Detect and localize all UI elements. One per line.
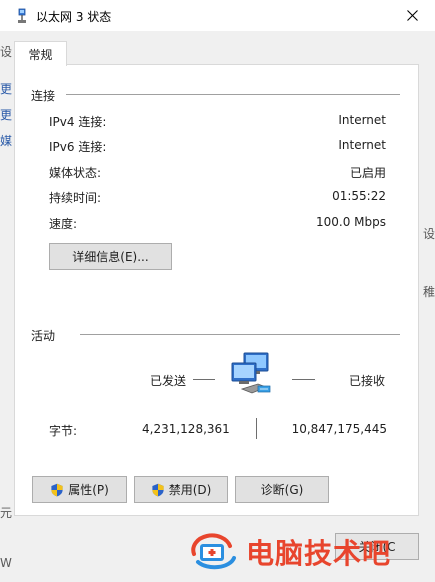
diagnose-button[interactable]: 诊断(G)	[235, 476, 329, 503]
bytes-label: 字节:	[49, 424, 78, 438]
watermark-text: 电脑技术吧	[246, 537, 392, 570]
background-fragment: 稚	[423, 285, 435, 299]
tab-general[interactable]: 常规	[14, 41, 67, 66]
background-fragment: W	[0, 556, 12, 570]
media-state-label: 媒体状态:	[49, 166, 102, 180]
watermark-logo-icon	[191, 533, 236, 570]
title-bar: 以太网 3 状态	[0, 0, 435, 31]
network-adapter-icon	[14, 8, 30, 24]
bytes-separator	[256, 418, 257, 439]
uac-shield-icon	[152, 483, 164, 496]
general-tab-panel	[14, 64, 419, 516]
background-fragment: 元	[0, 506, 13, 520]
connection-section-title: 连接	[31, 89, 56, 103]
ipv6-connectivity-value: Internet	[338, 138, 386, 152]
ipv4-connectivity-value: Internet	[338, 113, 386, 127]
tab-bar: 常规	[0, 31, 435, 66]
background-fragment: 设	[423, 227, 435, 241]
duration-label: 持续时间:	[49, 191, 102, 205]
dialog-background-right	[419, 65, 435, 582]
speed-value: 100.0 Mbps	[315, 215, 386, 229]
background-fragment: 更	[0, 82, 13, 96]
speed-label: 速度:	[49, 217, 78, 231]
properties-button-label: 属性(P)	[68, 483, 109, 497]
disable-button[interactable]: 禁用(D)	[134, 476, 228, 503]
ipv6-connectivity-label: IPv6 连接:	[49, 140, 107, 154]
sent-dash	[193, 379, 215, 380]
ipv4-connectivity-label: IPv4 连接:	[49, 115, 107, 129]
watermark: 电脑技术吧	[190, 532, 391, 572]
background-fragment: 设	[0, 45, 13, 59]
window-title: 以太网 3 状态	[36, 10, 112, 24]
received-label: 已接收	[349, 374, 386, 388]
connection-divider	[66, 94, 400, 95]
bytes-sent-value: 4,231,128,361	[142, 422, 230, 436]
disable-button-label: 禁用(D)	[168, 483, 212, 497]
background-fragment: 更	[0, 108, 13, 122]
duration-value: 01:55:22	[332, 189, 386, 203]
received-dash	[292, 379, 315, 380]
background-fragment: 媒	[0, 134, 13, 148]
close-window-button[interactable]	[389, 0, 435, 31]
properties-button[interactable]: 属性(P)	[32, 476, 127, 503]
close-icon	[406, 10, 418, 21]
sent-label: 已发送	[150, 374, 187, 388]
uac-shield-icon	[51, 483, 63, 496]
bytes-received-value: 10,847,175,445	[291, 422, 387, 436]
media-state-value: 已启用	[349, 166, 386, 180]
activity-section-title: 活动	[31, 329, 56, 343]
details-button[interactable]: 详细信息(E)...	[49, 243, 172, 270]
network-computers-icon	[230, 351, 276, 399]
activity-divider	[80, 334, 400, 335]
